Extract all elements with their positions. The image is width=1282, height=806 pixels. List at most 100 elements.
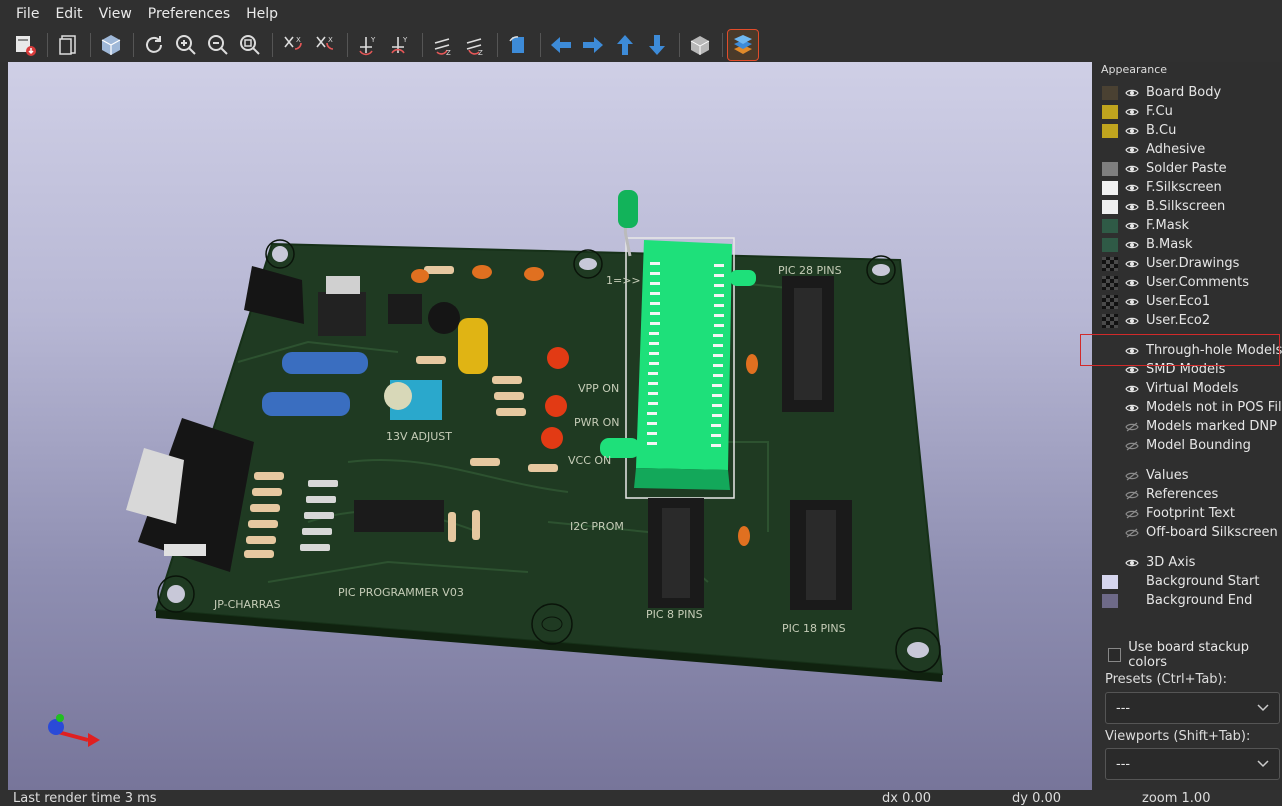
eye-hidden-icon[interactable]	[1124, 469, 1140, 483]
color-swatch[interactable]	[1102, 574, 1118, 589]
3d-viewport[interactable]: VPP ON PWR ON VCC ON 13V ADJUST I2C PROM…	[8, 62, 1092, 790]
eye-icon[interactable]	[1124, 556, 1140, 570]
layer-row-board-body[interactable]: Board Body	[1102, 83, 1282, 102]
layer-row-b-cu[interactable]: B.Cu	[1102, 121, 1282, 140]
eye-icon[interactable]	[1124, 105, 1140, 119]
color-swatch[interactable]	[1102, 218, 1118, 233]
eye-icon[interactable]	[1124, 162, 1140, 176]
menu-edit[interactable]: Edit	[47, 0, 90, 28]
layer-row-user-drawings[interactable]: User.Drawings	[1102, 254, 1282, 273]
reload-button[interactable]	[139, 30, 169, 60]
use-stackup-colors-checkbox[interactable]	[1108, 648, 1122, 662]
rotate-z-cw-button[interactable]: Z	[428, 30, 458, 60]
layer-row-models-marked-dnp[interactable]: Models marked DNP	[1102, 417, 1282, 436]
layer-label: Models not in POS File	[1146, 400, 1282, 415]
color-swatch[interactable]	[1102, 85, 1118, 100]
menu-file[interactable]: File	[8, 0, 47, 28]
color-swatch[interactable]	[1102, 593, 1118, 608]
layer-row-user-eco1[interactable]: User.Eco1	[1102, 292, 1282, 311]
color-swatch[interactable]	[1102, 123, 1118, 138]
layer-label: Off-board Silkscreen	[1146, 525, 1278, 540]
rotate-y-ccw-button[interactable]: Y	[385, 30, 415, 60]
flip-board-button[interactable]	[503, 30, 533, 60]
appearance-manager-button[interactable]	[727, 29, 759, 61]
export-button[interactable]	[10, 30, 40, 60]
layer-row-virtual-models[interactable]: Virtual Models	[1102, 379, 1282, 398]
layer-row-adhesive[interactable]: Adhesive	[1102, 140, 1282, 159]
move-up-button[interactable]	[610, 30, 640, 60]
rotate-y-ccw-icon: Y	[391, 36, 408, 54]
color-swatch[interactable]	[1102, 313, 1118, 328]
copy-button[interactable]	[53, 30, 83, 60]
rotate-z-ccw-button[interactable]: Z	[460, 30, 490, 60]
eye-icon[interactable]	[1124, 219, 1140, 233]
layer-label: Values	[1146, 468, 1189, 483]
layer-row-f-mask[interactable]: F.Mask	[1102, 216, 1282, 235]
eye-hidden-icon[interactable]	[1124, 420, 1140, 434]
eye-icon[interactable]	[1124, 124, 1140, 138]
3d-cube-button[interactable]	[96, 30, 126, 60]
eye-hidden-icon[interactable]	[1124, 488, 1140, 502]
eye-icon[interactable]	[1124, 200, 1140, 214]
color-swatch[interactable]	[1102, 180, 1118, 195]
eye-icon[interactable]	[1124, 143, 1140, 157]
eye-icon[interactable]	[1124, 257, 1140, 271]
3d-cube-icon	[101, 35, 121, 55]
rotate-y-cw-button[interactable]: Y	[353, 30, 383, 60]
eye-icon[interactable]	[1124, 181, 1140, 195]
presets-dropdown[interactable]: ---	[1105, 692, 1280, 724]
rotate-x-ccw-button[interactable]: X	[310, 30, 340, 60]
layer-row-user-eco2[interactable]: User.Eco2	[1102, 311, 1282, 330]
zoom-in-button[interactable]	[171, 30, 201, 60]
color-swatch[interactable]	[1102, 256, 1118, 271]
layer-label: F.Cu	[1146, 104, 1173, 119]
layer-row-references[interactable]: References	[1102, 485, 1282, 504]
layer-row-background-start[interactable]: Background Start	[1102, 572, 1282, 591]
color-swatch[interactable]	[1102, 199, 1118, 214]
eye-hidden-icon[interactable]	[1124, 526, 1140, 540]
orthographic-button[interactable]	[685, 30, 715, 60]
layer-row-b-silkscreen[interactable]: B.Silkscreen	[1102, 197, 1282, 216]
zoom-out-button[interactable]	[203, 30, 233, 60]
layer-row-solder-paste[interactable]: Solder Paste	[1102, 159, 1282, 178]
eye-icon[interactable]	[1124, 86, 1140, 100]
menu-help[interactable]: Help	[238, 0, 286, 28]
svg-text:X: X	[296, 36, 301, 44]
eye-icon[interactable]	[1124, 382, 1140, 396]
layer-row-f-silkscreen[interactable]: F.Silkscreen	[1102, 178, 1282, 197]
layer-row-models-not-in-pos-file[interactable]: Models not in POS File	[1102, 398, 1282, 417]
use-stackup-colors-row[interactable]: Use board stackup colors	[1108, 640, 1282, 670]
eye-icon[interactable]	[1124, 238, 1140, 252]
layer-row-values[interactable]: Values	[1102, 466, 1282, 485]
eye-icon[interactable]	[1124, 401, 1140, 415]
layer-row-b-mask[interactable]: B.Mask	[1102, 235, 1282, 254]
layer-row-off-board-silkscreen[interactable]: Off-board Silkscreen	[1102, 523, 1282, 542]
eye-hidden-icon[interactable]	[1124, 439, 1140, 453]
color-swatch[interactable]	[1102, 161, 1118, 176]
eye-hidden-icon[interactable]	[1124, 507, 1140, 521]
color-swatch[interactable]	[1102, 104, 1118, 119]
layer-row-f-cu[interactable]: F.Cu	[1102, 102, 1282, 121]
viewports-dropdown[interactable]: ---	[1105, 748, 1280, 780]
color-swatch[interactable]	[1102, 275, 1118, 290]
menu-preferences[interactable]: Preferences	[140, 0, 238, 28]
zoom-fit-icon	[240, 35, 260, 55]
layer-row-user-comments[interactable]: User.Comments	[1102, 273, 1282, 292]
move-right-button[interactable]	[578, 30, 608, 60]
move-down-button[interactable]	[642, 30, 672, 60]
zoom-fit-button[interactable]	[235, 30, 265, 60]
menu-view[interactable]: View	[91, 0, 140, 28]
layer-row-3d-axis[interactable]: 3D Axis	[1102, 553, 1282, 572]
eye-icon[interactable]	[1124, 295, 1140, 309]
layer-row-footprint-text[interactable]: Footprint Text	[1102, 504, 1282, 523]
layer-label: Models marked DNP	[1146, 419, 1277, 434]
color-swatch[interactable]	[1102, 294, 1118, 309]
color-swatch[interactable]	[1102, 237, 1118, 252]
layer-row-background-end[interactable]: Background End	[1102, 591, 1282, 610]
move-left-button[interactable]	[546, 30, 576, 60]
rotate-x-cw-button[interactable]: X	[278, 30, 308, 60]
eye-icon[interactable]	[1124, 314, 1140, 328]
layer-row-model-bounding[interactable]: Model Bounding	[1102, 436, 1282, 455]
eye-icon[interactable]	[1124, 276, 1140, 290]
toolbar-separator	[272, 33, 273, 57]
